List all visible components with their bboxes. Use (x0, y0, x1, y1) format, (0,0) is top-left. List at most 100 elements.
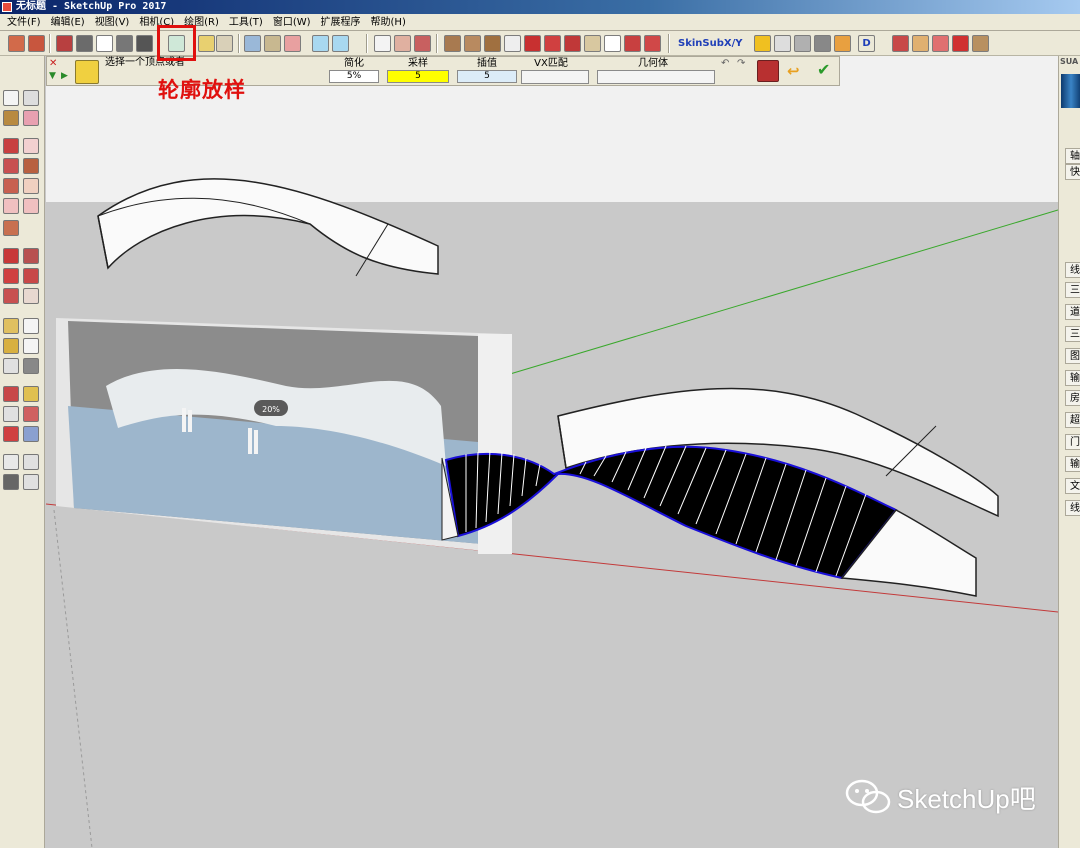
confirm-check-icon[interactable]: ✔ (817, 60, 830, 79)
box-white-icon[interactable] (96, 35, 113, 52)
eraser-tool-icon[interactable] (23, 110, 39, 126)
line-icon[interactable] (3, 138, 19, 154)
menu-tools[interactable]: 工具(T) (224, 14, 268, 31)
push-pull-tool-icon[interactable] (23, 248, 39, 264)
tool-a-icon[interactable] (892, 35, 909, 52)
navigate-down-icon[interactable]: ▼ (49, 71, 56, 81)
menu-window[interactable]: 窗口(W) (268, 14, 316, 31)
offset-tool-icon[interactable] (3, 220, 19, 236)
cancel-icon[interactable]: ✕ (49, 58, 57, 69)
axis-n-icon[interactable] (544, 35, 561, 52)
right-tab[interactable]: 轴 (1065, 148, 1080, 164)
axis-x-icon[interactable] (524, 35, 541, 52)
circle-icon[interactable] (23, 158, 39, 174)
right-tab[interactable]: 门 (1065, 434, 1080, 450)
tool-d-icon[interactable] (952, 35, 969, 52)
rectangle-icon[interactable] (3, 158, 19, 174)
skinsub-button[interactable]: SkinSubX/Y (678, 35, 742, 52)
dimension-icon[interactable] (23, 318, 39, 334)
paint-bucket-icon[interactable] (3, 110, 19, 126)
plane-icon[interactable] (284, 35, 301, 52)
menu-file[interactable]: 文件(F) (2, 14, 46, 31)
paint-icon[interactable] (414, 35, 431, 52)
follow-me-icon[interactable] (464, 35, 481, 52)
back-arrow-icon[interactable]: ↩ (787, 62, 800, 80)
zoom-icon[interactable] (3, 406, 19, 422)
shape-icon[interactable] (834, 35, 851, 52)
loft-shape-upper[interactable] (97, 178, 439, 277)
navigate-right-icon[interactable]: ▶ (61, 71, 68, 81)
shell-icon[interactable] (216, 35, 233, 52)
arc-tool-icon[interactable] (23, 178, 39, 194)
redo-icon[interactable]: ↷ (737, 58, 745, 69)
geometry-options[interactable] (597, 70, 715, 84)
right-tab[interactable]: 房 (1065, 390, 1080, 406)
right-tab[interactable]: 道 (1065, 304, 1080, 320)
tool-c-icon[interactable] (932, 35, 949, 52)
arc-icon[interactable] (504, 35, 521, 52)
tape-measure-icon[interactable] (3, 318, 19, 334)
vx-match-options[interactable] (521, 70, 589, 84)
rotate-tool-icon[interactable] (3, 268, 19, 284)
box-shade-icon[interactable] (116, 35, 133, 52)
zoom-window-icon[interactable] (23, 406, 39, 422)
position-camera-icon[interactable] (3, 454, 19, 470)
right-tab[interactable]: 输 (1065, 456, 1080, 472)
menu-extensions[interactable]: 扩展程序 (316, 14, 366, 31)
right-tab[interactable]: 超 (1065, 412, 1080, 428)
right-tab[interactable]: 三 (1065, 282, 1080, 298)
cube-outline-icon[interactable] (332, 35, 349, 52)
section-icon[interactable] (23, 474, 39, 490)
component-icon[interactable] (23, 90, 39, 106)
tool-e-icon[interactable] (972, 35, 989, 52)
axis-j-icon[interactable] (624, 35, 641, 52)
tool-b-icon[interactable] (912, 35, 929, 52)
eraser-icon[interactable] (394, 35, 411, 52)
scale-tool-icon[interactable] (3, 288, 19, 304)
star-icon[interactable] (604, 35, 621, 52)
select-arrow-icon[interactable] (3, 90, 19, 106)
orbit-icon[interactable] (3, 386, 19, 402)
box-gray-icon[interactable] (76, 35, 93, 52)
previous-icon[interactable] (23, 426, 39, 442)
right-tab[interactable]: 线 (1065, 262, 1080, 278)
stack-icon[interactable] (584, 35, 601, 52)
share-model-icon[interactable] (28, 35, 45, 52)
right-tab[interactable]: 输 (1065, 370, 1080, 386)
rotate-icon[interactable] (754, 35, 771, 52)
get-models-icon[interactable] (8, 35, 25, 52)
scale-icon[interactable] (794, 35, 811, 52)
freehand-icon[interactable] (23, 138, 39, 154)
zoom-extents-icon[interactable] (3, 426, 19, 442)
pan-icon[interactable] (23, 386, 39, 402)
offset-icon[interactable] (484, 35, 501, 52)
offset2-icon[interactable] (23, 288, 39, 304)
arc2-icon[interactable] (3, 198, 19, 214)
simplify-field[interactable]: 5% (329, 70, 379, 83)
axes-icon[interactable] (3, 358, 19, 374)
protractor-icon[interactable] (3, 338, 19, 354)
check-tool-icon[interactable] (774, 35, 791, 52)
text-icon[interactable] (23, 338, 39, 354)
box-red-icon[interactable] (56, 35, 73, 52)
select-icon[interactable] (374, 35, 391, 52)
right-tab[interactable]: 图 (1065, 348, 1080, 364)
loft-mode-icon[interactable] (75, 60, 99, 84)
menu-view[interactable]: 视图(V) (90, 14, 135, 31)
pie-icon[interactable] (23, 198, 39, 214)
undo-icon[interactable]: ↶ (721, 58, 729, 69)
move-icon[interactable] (3, 248, 19, 264)
follow-me-tool-icon[interactable] (23, 268, 39, 284)
right-tab[interactable]: 文 (1065, 478, 1080, 494)
3d-text-icon[interactable] (23, 358, 39, 374)
sample-field[interactable]: 5 (387, 70, 449, 83)
bulb-icon[interactable] (198, 35, 215, 52)
box-dark-icon[interactable] (136, 35, 153, 52)
cube-blue-icon[interactable] (312, 35, 329, 52)
menu-edit[interactable]: 编辑(E) (46, 14, 90, 31)
push-pull-icon[interactable] (444, 35, 461, 52)
right-tab[interactable]: 快 (1065, 164, 1080, 180)
ring-icon[interactable] (264, 35, 281, 52)
menu-help[interactable]: 帮助(H) (366, 14, 411, 31)
right-tab[interactable]: 线 (1065, 500, 1080, 516)
